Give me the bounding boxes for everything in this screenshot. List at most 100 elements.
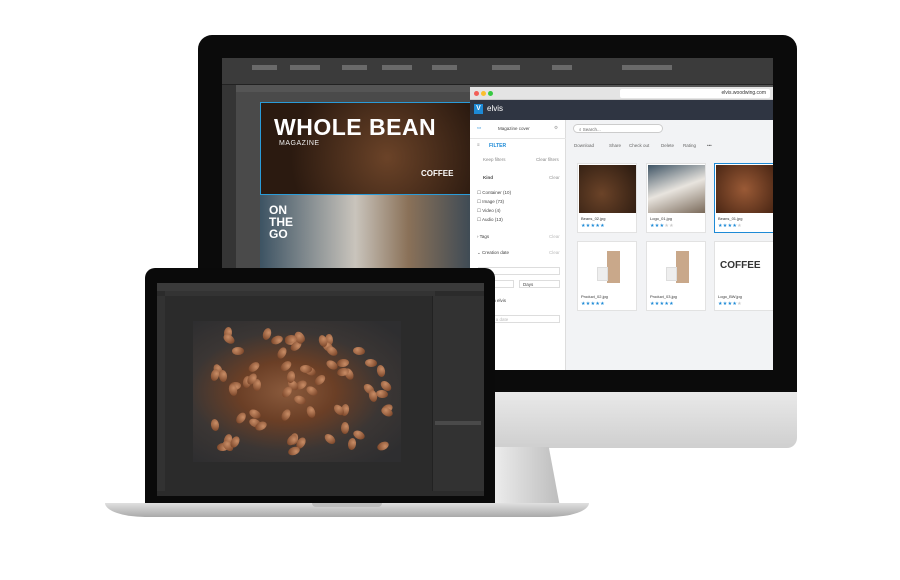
asset-card[interactable]: Product_02.jpg ★★★★★ (577, 241, 637, 311)
rating-button[interactable]: Rating (683, 143, 696, 148)
coffee-bean (322, 431, 337, 446)
asset-thumbnail: COFFEE (716, 243, 773, 291)
magazine-spread[interactable]: WHOLE BEAN MAGAZINE COFFEE ON THE GO (260, 102, 472, 272)
document-tab[interactable] (165, 291, 435, 296)
coffee-bean (231, 346, 244, 355)
filter-label: FILTER (489, 143, 507, 149)
folder-breadcrumb[interactable]: Magazine cover (498, 126, 530, 131)
coffee-bean (325, 344, 340, 358)
settings-icon[interactable]: ⚙ (554, 125, 558, 131)
delete-button[interactable]: Delete (661, 143, 674, 148)
asset-thumbnail (716, 165, 773, 213)
asset-card[interactable]: Logo_01.jpg ★★★★★ (646, 163, 706, 233)
coffee-cup (666, 267, 677, 281)
star-rating[interactable]: ★★★★★ (718, 223, 742, 229)
app-header (470, 100, 773, 120)
asset-card[interactable]: Beans_01.jpg ★★★★★ (714, 163, 773, 233)
search-input[interactable]: ⌕ Search... (573, 124, 663, 133)
magazine-subtitle: MAGAZINE (279, 140, 320, 147)
star-rating[interactable]: ★★★★★ (650, 223, 674, 229)
coffee-bean (234, 411, 248, 426)
keep-filters[interactable]: Keep filters (483, 157, 506, 162)
coffee-bean (292, 394, 307, 406)
clear-filters-button[interactable]: Clear filters (536, 157, 559, 162)
coffee-bean (279, 407, 293, 423)
coffee-bean (312, 373, 327, 388)
app-name: elvis (487, 104, 504, 113)
browser-toolbar: elvis.woodwing.com (470, 87, 773, 100)
creation-date-clear[interactable]: Clear (549, 250, 560, 255)
asset-thumbnail (648, 243, 705, 291)
coffee-beans-photo (193, 321, 401, 462)
elvis-logo: V (474, 104, 483, 114)
asset-filename: Logo_BW.jpg (718, 294, 742, 299)
creation-date-section[interactable]: ⌄ Creation date (477, 250, 509, 256)
coffee-cup (597, 267, 608, 281)
asset-panel: ⌕ Search... Download Share Check out Del… (567, 120, 773, 370)
coffee-bean (341, 421, 350, 434)
kind-option[interactable]: ☐ Video (4) (477, 208, 500, 214)
asset-filename: Beans_01.jpg (718, 216, 743, 221)
coffee-bean (279, 385, 294, 400)
maximize-button[interactable] (488, 91, 493, 96)
kind-label[interactable]: Kind (483, 175, 493, 180)
asset-card[interactable]: COFFEE Logo_BW.jpg ★★★★★ (714, 241, 773, 311)
elvis-browser-window: elvis.woodwing.com V elvis ▭ Magazine co… (470, 87, 773, 370)
coffee-bean (352, 346, 366, 356)
feature-image: ON THE GO (260, 195, 472, 272)
tags-section[interactable]: › Tags (477, 234, 489, 239)
coffee-bean (218, 369, 228, 383)
checkout-button[interactable]: Check out (629, 143, 649, 148)
asset-filename: Beans_02.jpg (581, 216, 606, 221)
tags-clear[interactable]: Clear (549, 234, 560, 239)
coffee-bean (305, 404, 317, 419)
minimize-button[interactable] (481, 91, 486, 96)
coffee-bean (336, 358, 350, 369)
coffee-bean (376, 363, 387, 378)
star-rating[interactable]: ★★★★★ (718, 301, 742, 307)
kind-option[interactable]: ☐ Image (73) (477, 199, 504, 205)
share-button[interactable]: Share (609, 143, 621, 148)
coffee-bag (676, 251, 689, 283)
laptop-screen (157, 283, 484, 496)
coffee-bean (269, 333, 284, 346)
asset-card[interactable]: Product_03.jpg ★★★★★ (646, 241, 706, 311)
folder-icon[interactable]: ▭ (477, 125, 481, 131)
kind-option[interactable]: ☐ Audio (13) (477, 217, 503, 223)
more-button[interactable]: ••• (707, 143, 712, 148)
coffee-bean (364, 358, 378, 368)
layer-row[interactable] (435, 421, 481, 425)
coffee-bag (607, 251, 620, 283)
coffee-bean (375, 389, 389, 399)
asset-filename: Logo_01.jpg (650, 216, 673, 221)
photoshop-options-bar (157, 283, 484, 291)
coffee-bean (304, 384, 320, 398)
photoshop-toolbox[interactable] (157, 296, 165, 491)
kind-clear[interactable]: Clear (549, 175, 560, 180)
asset-thumbnail (579, 165, 636, 213)
star-rating[interactable]: ★★★★★ (581, 223, 605, 229)
coffee-bean (275, 345, 289, 361)
kind-option[interactable]: ☐ Container (10) (477, 190, 511, 196)
asset-card[interactable]: Beans_02.jpg ★★★★★ (577, 163, 637, 233)
days-unit-select[interactable]: Days (519, 280, 560, 288)
logo-text: COFFEE (720, 260, 761, 271)
feature-title: ON THE GO (269, 203, 293, 241)
coffee-bean (247, 360, 262, 374)
star-rating[interactable]: ★★★★★ (650, 301, 674, 307)
cover-image-frame[interactable]: WHOLE BEAN MAGAZINE COFFEE (260, 102, 472, 195)
address-bar[interactable]: elvis.woodwing.com (620, 89, 770, 98)
asset-thumbnail (579, 243, 636, 291)
filter-icon[interactable]: ≡ (477, 142, 480, 147)
asset-filename: Product_03.jpg (650, 294, 677, 299)
coffee-badge: COFFEE (421, 169, 454, 178)
coffee-bean (210, 417, 221, 432)
close-button[interactable] (474, 91, 479, 96)
star-rating[interactable]: ★★★★★ (581, 301, 605, 307)
indesign-control-bar (222, 58, 773, 85)
coffee-bean (376, 439, 391, 453)
asset-thumbnail (648, 165, 705, 213)
download-button[interactable]: Download (574, 143, 594, 148)
magazine-title: WHOLE BEAN (274, 114, 437, 140)
laptop-notch (312, 503, 382, 507)
